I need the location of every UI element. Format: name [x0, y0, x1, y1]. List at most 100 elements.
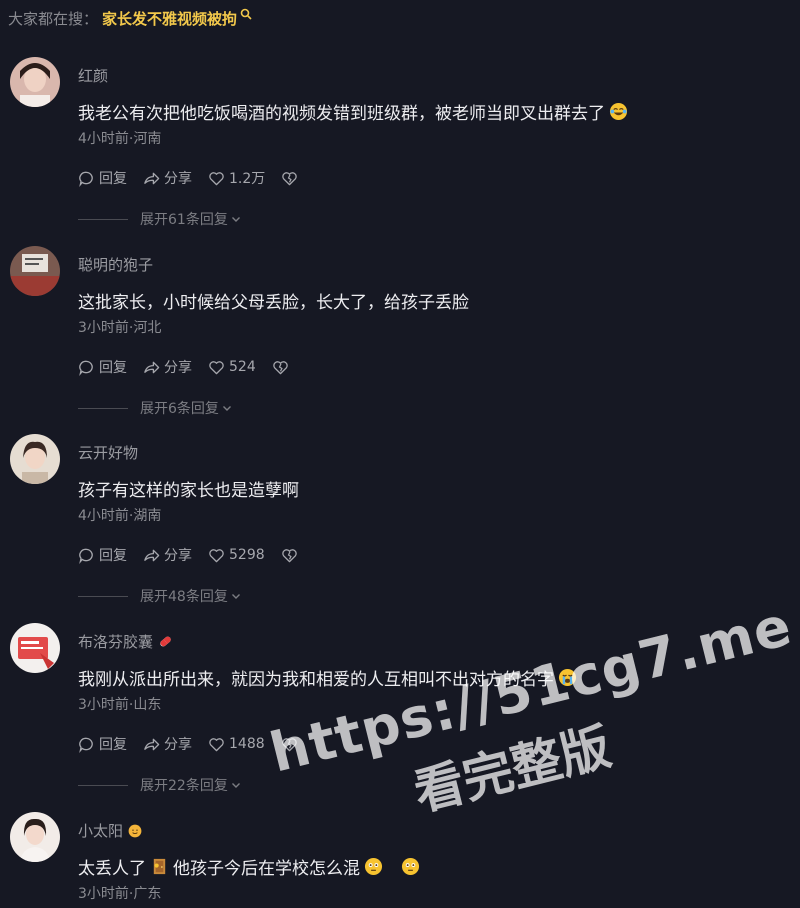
heart-icon — [209, 737, 224, 751]
like-count: 1488 — [229, 736, 265, 752]
avatar[interactable] — [10, 246, 60, 296]
comment-text-body: 这批家长，小时候给父母丢脸，长大了，给孩子丢脸 — [78, 293, 469, 313]
comment-text-part1: 太丢人了 — [78, 859, 146, 879]
comment-actions: 回复 分享 1.2万 — [78, 168, 318, 188]
chevron-down-icon — [231, 594, 240, 599]
comment-username[interactable]: 云开好物 — [78, 442, 138, 463]
broken-heart-icon — [272, 360, 288, 374]
comment-text: 太丢人了 他孩子今后在学校怎么混 — [78, 854, 420, 879]
comment-text: 我刚从派出所出来，就因为我和相爱的人互相叫不出对方的名字 — [78, 665, 577, 690]
flushed-face-emoji-icon — [401, 857, 420, 876]
flushed-face-emoji-icon — [364, 857, 383, 876]
comment-text: 这批家长，小时候给父母丢脸，长大了，给孩子丢脸 — [78, 288, 469, 313]
dislike-button[interactable] — [272, 359, 293, 376]
share-label: 分享 — [164, 360, 192, 376]
share-button[interactable]: 分享 — [143, 734, 192, 754]
reply-label: 回复 — [99, 548, 127, 564]
avatar[interactable] — [10, 623, 60, 673]
comment-item: 红颜 我老公有次把他吃饭喝酒的视频发错到班级群，被老师当即叉出群去了 4小时前·… — [0, 57, 800, 245]
divider-line — [78, 595, 128, 597]
comment-text: 孩子有这样的家长也是造孽啊 — [78, 476, 299, 501]
divider-line — [78, 218, 128, 220]
heart-icon — [209, 360, 224, 374]
share-arrow-icon — [144, 549, 160, 561]
expand-replies-label: 展开22条回复 — [140, 778, 228, 794]
comment-text: 我老公有次把他吃饭喝酒的视频发错到班级群，被老师当即叉出群去了 — [78, 99, 628, 124]
comment-bubble-icon — [79, 171, 93, 187]
broken-heart-icon — [282, 171, 298, 185]
comment-time-location: 3小时前·广东 — [78, 886, 162, 902]
search-prefix-label: 大家都在搜： — [8, 9, 99, 28]
comment-bubble-icon — [79, 737, 93, 753]
reply-button[interactable]: 回复 — [78, 357, 127, 377]
dislike-button[interactable] — [281, 170, 302, 187]
share-label: 分享 — [164, 548, 192, 564]
comment-item: 布洛芬胶囊 我刚从派出所出来，就因为我和相爱的人互相叫不出对方的名字 3小时前·… — [0, 623, 800, 811]
like-count: 524 — [229, 359, 256, 375]
share-arrow-icon — [144, 361, 160, 373]
like-count: 5298 — [229, 547, 265, 563]
pill-emoji-icon — [160, 636, 171, 647]
comment-text-body: 我老公有次把他吃饭喝酒的视频发错到班级群，被老师当即叉出群去了 — [78, 104, 605, 124]
reply-button[interactable]: 回复 — [78, 168, 127, 188]
chevron-down-icon — [231, 217, 240, 222]
sun-emoji-icon — [128, 824, 142, 837]
reply-label: 回复 — [99, 171, 127, 187]
comment-text-body: 我刚从派出所出来，就因为我和相爱的人互相叫不出对方的名字 — [78, 670, 554, 690]
reply-label: 回复 — [99, 360, 127, 376]
expand-replies-button[interactable]: 展开48条回复 — [78, 586, 241, 606]
share-button[interactable]: 分享 — [143, 168, 192, 188]
comment-time-location: 4小时前·河南 — [78, 131, 162, 147]
comment-username[interactable]: 小太阳 — [78, 820, 143, 841]
reply-button[interactable]: 回复 — [78, 734, 127, 754]
laughing-crying-emoji-icon — [609, 102, 628, 121]
like-button[interactable]: 1488 — [208, 736, 265, 753]
like-count: 1.2万 — [229, 171, 266, 187]
search-icon — [240, 8, 252, 20]
heart-icon — [209, 171, 224, 185]
search-suggestion-bar[interactable]: 大家都在搜： 家长发不雅视频被拘 — [8, 6, 252, 30]
comment-username[interactable]: 布洛芬胶囊 — [78, 631, 174, 652]
dislike-button[interactable] — [281, 736, 302, 753]
comment-bubble-icon — [79, 360, 93, 376]
comment-username[interactable]: 红颜 — [78, 65, 108, 86]
search-suggestion-link[interactable]: 家长发不雅视频被拘 — [102, 8, 237, 29]
comment-time-location: 4小时前·湖南 — [78, 508, 162, 524]
comment-bubble-icon — [79, 548, 93, 564]
avatar[interactable] — [10, 812, 60, 862]
divider-line — [78, 407, 128, 409]
reply-button[interactable]: 回复 — [78, 545, 127, 565]
comment-username[interactable]: 聪明的狍子 — [78, 254, 153, 275]
comment-item: 云开好物 孩子有这样的家长也是造孽啊 4小时前·湖南 回复 分享 5298 展开… — [0, 434, 800, 622]
comment-text-part2: 他孩子今后在学校怎么混 — [173, 859, 360, 879]
broken-heart-icon — [281, 737, 297, 751]
share-arrow-icon — [144, 172, 160, 184]
chevron-down-icon — [231, 783, 240, 788]
expand-replies-button[interactable]: 展开22条回复 — [78, 775, 241, 795]
heart-icon — [209, 548, 224, 562]
comment-actions: 回复 分享 1488 — [78, 734, 318, 754]
like-button[interactable]: 5298 — [208, 547, 265, 564]
comment-username-text: 布洛芬胶囊 — [78, 633, 154, 651]
like-button[interactable]: 524 — [208, 359, 256, 376]
expand-replies-button[interactable]: 展开6条回复 — [78, 398, 232, 418]
dislike-button[interactable] — [281, 547, 302, 564]
reply-label: 回复 — [99, 737, 127, 753]
comment-actions: 回复 分享 524 — [78, 357, 309, 377]
share-arrow-icon — [144, 738, 160, 750]
share-button[interactable]: 分享 — [143, 357, 192, 377]
comment-time-location: 3小时前·山东 — [78, 697, 162, 713]
share-button[interactable]: 分享 — [143, 545, 192, 565]
expand-replies-button[interactable]: 展开61条回复 — [78, 209, 241, 229]
share-label: 分享 — [164, 171, 192, 187]
avatar[interactable] — [10, 57, 60, 107]
door-emoji-icon — [153, 858, 166, 875]
expand-replies-label: 展开48条回复 — [140, 589, 228, 605]
chevron-down-icon — [222, 406, 231, 411]
comment-actions: 回复 分享 5298 — [78, 545, 318, 565]
loudly-crying-emoji-icon — [558, 668, 577, 687]
avatar[interactable] — [10, 434, 60, 484]
broken-heart-icon — [281, 548, 297, 562]
like-button[interactable]: 1.2万 — [208, 168, 265, 188]
comment-item: 小太阳 太丢人了 他孩子今后在学校怎么混 3小时前·广东 — [0, 812, 800, 907]
